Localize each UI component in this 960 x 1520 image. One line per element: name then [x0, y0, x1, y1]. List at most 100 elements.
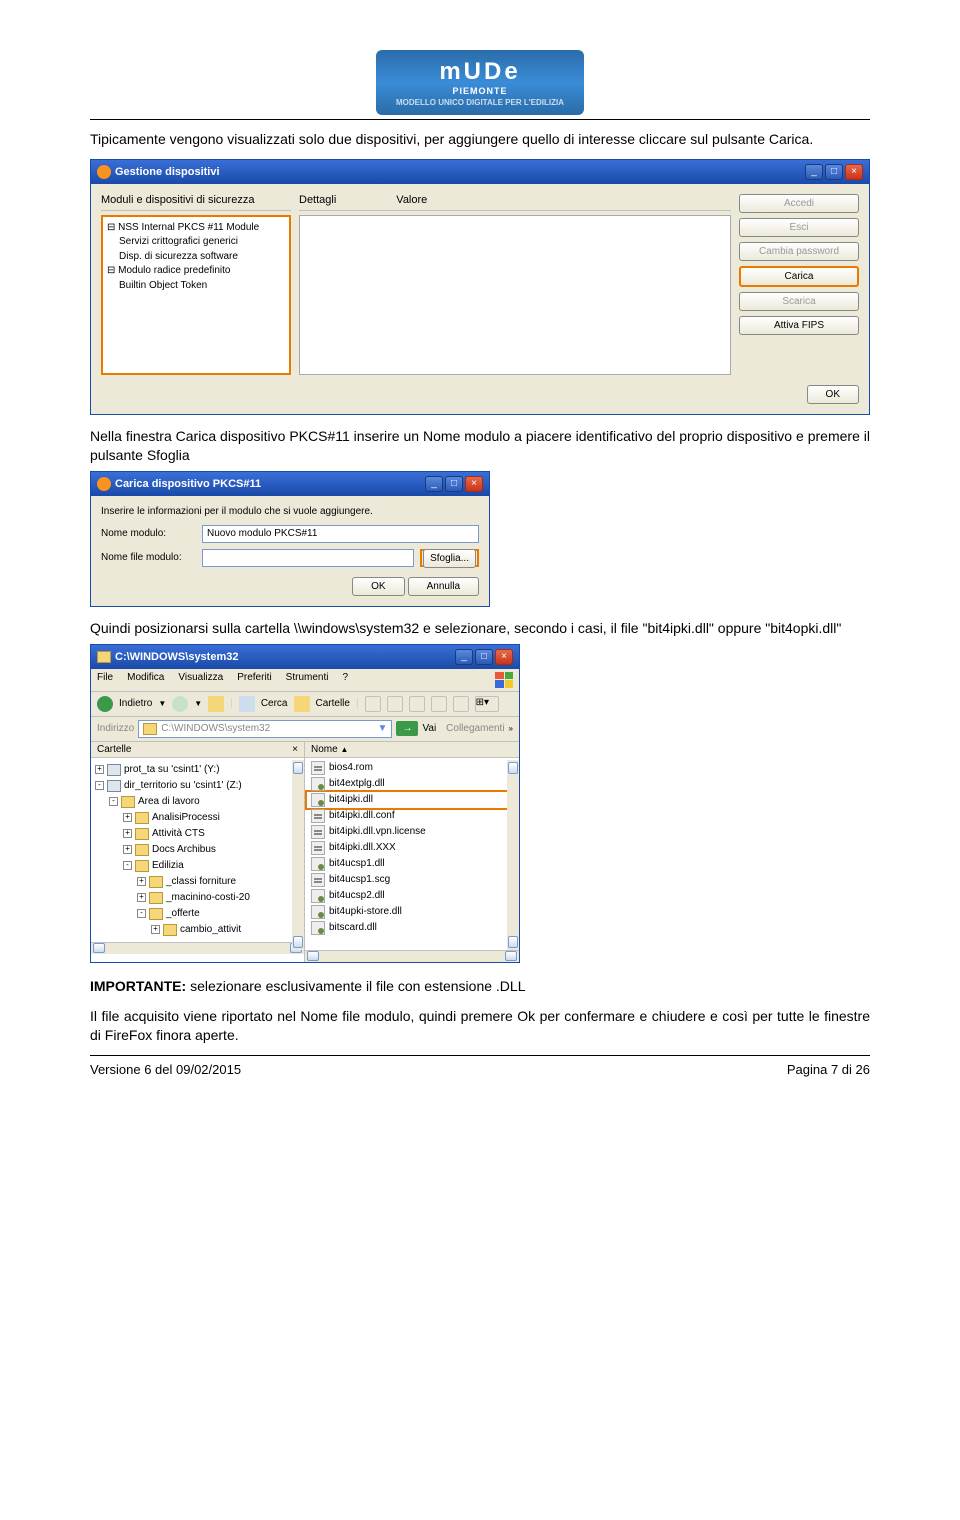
tree-item[interactable]: +prot_ta su 'csint1' (Y:)	[95, 762, 300, 778]
windows-flag-icon	[495, 672, 513, 688]
folders-title: Cartelle	[97, 744, 131, 755]
window-device-manager: Gestione dispositivi _ □ × Moduli e disp…	[90, 159, 870, 415]
detail-panel	[299, 215, 731, 375]
menu-visualizza[interactable]: Visualizza	[178, 672, 223, 688]
tool-icon[interactable]	[431, 696, 447, 712]
file-item[interactable]: bit4ucsp2.dll	[307, 888, 517, 904]
annulla-button[interactable]: Annulla	[408, 577, 479, 596]
column-detail: Dettagli	[299, 194, 336, 206]
tree-item[interactable]: Builtin Object Token	[107, 279, 285, 294]
footer-page: Pagina 7 di 26	[787, 1062, 870, 1077]
nome-modulo-label: Nome modulo:	[101, 528, 196, 539]
scroll-left[interactable]	[93, 943, 105, 953]
tree-item[interactable]: +_macinino-costi-20	[95, 890, 300, 906]
address-label: Indirizzo	[97, 723, 134, 734]
tree-item[interactable]: +cambio_attivit	[95, 922, 300, 938]
ok-button[interactable]: OK	[352, 577, 404, 596]
folder-icon	[97, 651, 111, 663]
tree-item[interactable]: +Docs Archibus	[95, 842, 300, 858]
nome-file-input[interactable]	[202, 549, 414, 567]
folders-icon[interactable]	[294, 696, 310, 712]
minimize-button[interactable]: _	[455, 649, 473, 665]
paragraph-5: Il file acquisito viene riportato nel No…	[90, 1007, 870, 1045]
close-button[interactable]: ×	[495, 649, 513, 665]
address-bar[interactable]: C:\WINDOWS\system32 ▼	[138, 720, 392, 738]
scroll-right[interactable]	[505, 951, 517, 961]
close-button[interactable]: ×	[465, 476, 483, 492]
go-button[interactable]: →	[396, 721, 418, 736]
security-modules-tree[interactable]: ⊟ NSS Internal PKCS #11 Module Servizi c…	[101, 215, 291, 375]
tree-item[interactable]: Disp. di sicurezza software	[107, 250, 285, 265]
logo-tag: MODELLO UNICO DIGITALE PER L'EDILIZIA	[396, 98, 564, 107]
tree-item[interactable]: -Edilizia	[95, 858, 300, 874]
minimize-button[interactable]: _	[805, 164, 823, 180]
column-name[interactable]: Nome	[311, 744, 338, 755]
tree-item[interactable]: +Attività CTS	[95, 826, 300, 842]
tree-header: Moduli e dispositivi di sicurezza	[101, 194, 291, 211]
window-load-pkcs11: Carica dispositivo PKCS#11 _ □ × Inserir…	[90, 471, 490, 607]
maximize-button[interactable]: □	[445, 476, 463, 492]
maximize-button[interactable]: □	[475, 649, 493, 665]
file-item[interactable]: bit4ucsp1.dll	[307, 856, 517, 872]
tree-item[interactable]: -dir_territorio su 'csint1' (Z:)	[95, 778, 300, 794]
folders-button[interactable]: Cartelle	[316, 698, 350, 709]
close-panel-button[interactable]: ×	[292, 744, 298, 755]
file-item[interactable]: bit4ipki.dll.conf	[307, 808, 517, 824]
back-button[interactable]: Indietro	[119, 698, 152, 709]
tree-item[interactable]: -_offerte	[95, 906, 300, 922]
tree-item[interactable]: ⊟ NSS Internal PKCS #11 Module	[107, 221, 285, 236]
paragraph-2: Nella finestra Carica dispositivo PKCS#1…	[90, 427, 870, 465]
logo-main: mUDe	[396, 58, 564, 86]
attiva-fips-button[interactable]: Attiva FIPS	[739, 316, 859, 335]
maximize-button[interactable]: □	[825, 164, 843, 180]
scroll-left[interactable]	[307, 951, 319, 961]
tool-icon[interactable]	[409, 696, 425, 712]
search-icon[interactable]	[239, 696, 255, 712]
links-label[interactable]: Collegamenti	[446, 723, 504, 734]
tree-item[interactable]: +AnalisiProcessi	[95, 810, 300, 826]
nome-modulo-input[interactable]	[202, 525, 479, 543]
close-button[interactable]: ×	[845, 164, 863, 180]
up-icon[interactable]	[208, 696, 224, 712]
folder-icon	[143, 723, 157, 735]
scroll-up[interactable]	[293, 762, 303, 774]
file-list-panel: Nome ▲ bios4.rombit4extplg.dllbit4ipki.d…	[305, 742, 519, 962]
file-item[interactable]: bit4ipki.dll.XXX	[307, 840, 517, 856]
tool-icon[interactable]	[387, 696, 403, 712]
tool-icon[interactable]	[365, 696, 381, 712]
window-title: C:\WINDOWS\system32	[115, 651, 451, 663]
file-item[interactable]: bios4.rom	[307, 760, 517, 776]
go-label[interactable]: Vai	[422, 723, 436, 734]
back-icon[interactable]	[97, 696, 113, 712]
view-dropdown[interactable]: ⊞▾	[475, 696, 499, 712]
firefox-icon	[97, 477, 111, 491]
scroll-up[interactable]	[508, 762, 518, 774]
scroll-down[interactable]	[293, 936, 303, 948]
file-item[interactable]: bit4extplg.dll	[307, 776, 517, 792]
minimize-button[interactable]: _	[425, 476, 443, 492]
menu-preferiti[interactable]: Preferiti	[237, 672, 271, 688]
tree-item[interactable]: +_classi forniture	[95, 874, 300, 890]
search-button[interactable]: Cerca	[261, 698, 288, 709]
file-item[interactable]: bitscard.dll	[307, 920, 517, 936]
menu-help[interactable]: ?	[342, 672, 348, 688]
file-item[interactable]: bit4ucsp1.scg	[307, 872, 517, 888]
file-item[interactable]: bit4ipki.dll.vpn.license	[307, 824, 517, 840]
menu-file[interactable]: File	[97, 672, 113, 688]
paragraph-3: Quindi posizionarsi sulla cartella \\win…	[90, 619, 870, 638]
file-item[interactable]: bit4upki-store.dll	[307, 904, 517, 920]
header-logo: mUDe PIEMONTE MODELLO UNICO DIGITALE PER…	[90, 50, 870, 115]
tree-item[interactable]: Servizi crittografici generici	[107, 235, 285, 250]
tree-item[interactable]: ⊟ Modulo radice predefinito	[107, 264, 285, 279]
tool-icon[interactable]	[453, 696, 469, 712]
file-item[interactable]: bit4ipki.dll	[307, 792, 517, 808]
paragraph-important: IMPORTANTE: selezionare esclusivamente i…	[90, 977, 870, 996]
sfoglia-button[interactable]: Sfoglia...	[423, 549, 476, 568]
ok-button[interactable]: OK	[807, 385, 859, 404]
menu-strumenti[interactable]: Strumenti	[286, 672, 329, 688]
scroll-down[interactable]	[508, 936, 518, 948]
carica-button[interactable]: Carica	[739, 266, 859, 287]
menu-modifica[interactable]: Modifica	[127, 672, 164, 688]
forward-icon[interactable]	[172, 696, 188, 712]
tree-item[interactable]: -Area di lavoro	[95, 794, 300, 810]
